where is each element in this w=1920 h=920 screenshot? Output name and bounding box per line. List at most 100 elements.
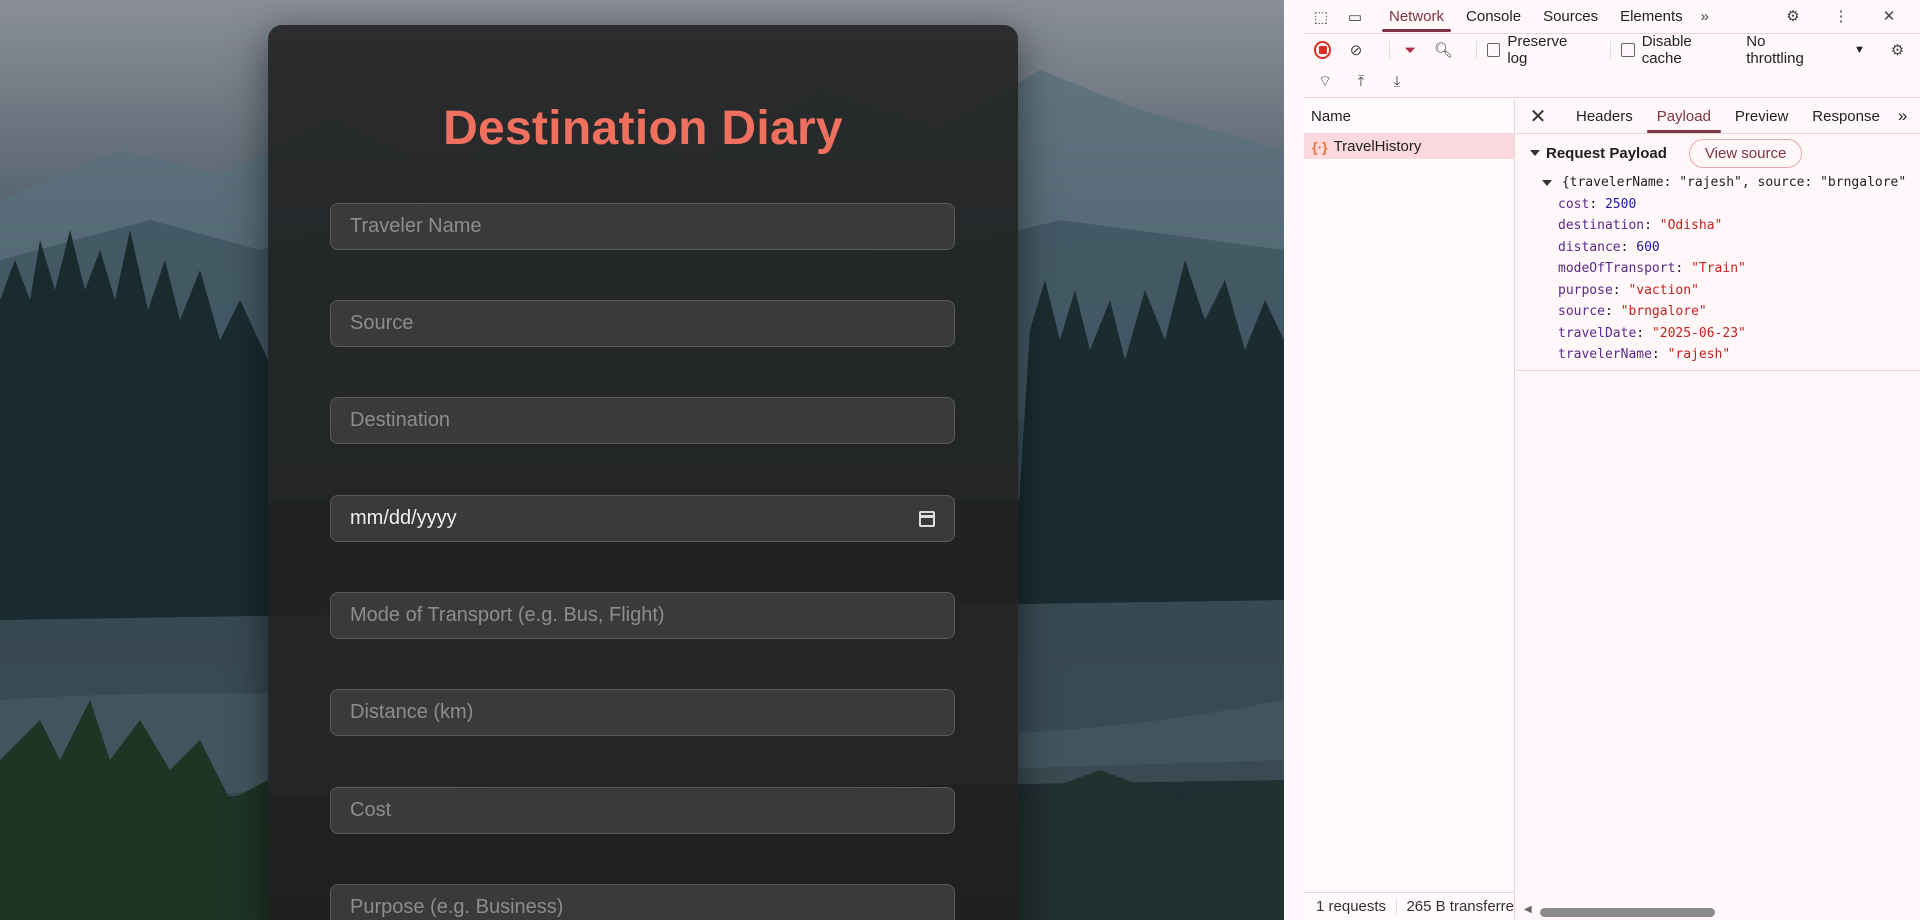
tab-payload[interactable]: Payload xyxy=(1645,99,1723,134)
payload-entry: distance: 600 xyxy=(1542,237,1920,259)
page-viewport: Destination Diary Traveler Name Source D… xyxy=(0,0,1284,920)
request-detail-pane: ✕ Headers Payload Preview Response » Req… xyxy=(1516,99,1920,920)
form-title: Destination Diary xyxy=(443,102,843,155)
payload-value: "rajesh" xyxy=(1667,347,1731,362)
scroll-left-arrow-icon[interactable]: ◀ xyxy=(1524,904,1532,915)
payload-colon: : xyxy=(1589,196,1605,212)
network-status-bar: 1 requests 265 B transferre xyxy=(1304,892,1514,920)
payload-entry: travelerName: "rajesh" xyxy=(1542,344,1920,366)
payload-value: "Train" xyxy=(1691,261,1746,276)
payload-colon: : xyxy=(1644,218,1660,233)
preserve-log-label: Preserve log xyxy=(1507,33,1568,67)
payload-entry: cost: 2500 xyxy=(1542,194,1920,216)
transferred-size: 265 B transferre xyxy=(1406,898,1514,915)
request-name: TravelHistory xyxy=(1333,138,1422,155)
network-settings-icon[interactable]: ⚙ xyxy=(1887,39,1908,61)
cost-input[interactable]: Cost xyxy=(330,787,955,834)
toolbar-divider xyxy=(1388,41,1390,59)
request-list: Name {·} TravelHistory 1 requests 265 B … xyxy=(1304,99,1515,920)
detail-tab-bar: ✕ Headers Payload Preview Response » xyxy=(1516,99,1920,134)
travel-date-input[interactable]: mm/dd/yyyy xyxy=(330,495,955,542)
settings-gear-icon[interactable]: ⚙ xyxy=(1782,5,1804,27)
toolbar-divider xyxy=(1610,41,1612,59)
device-toolbar-icon[interactable]: ▭ xyxy=(1344,6,1366,28)
clear-icon[interactable]: ⊘ xyxy=(1345,39,1366,61)
tab-console[interactable]: Console xyxy=(1455,0,1532,34)
payload-key: modeOfTransport xyxy=(1558,261,1676,276)
inspect-element-icon[interactable]: ⬚ xyxy=(1310,6,1332,28)
payload-key: cost xyxy=(1558,196,1590,212)
payload-key: travelDate xyxy=(1558,325,1637,341)
payload-entry: destination: "Odisha" xyxy=(1542,215,1920,237)
payload-key: destination xyxy=(1558,218,1645,233)
payload-value: "Odisha" xyxy=(1659,218,1723,233)
payload-key: distance xyxy=(1558,239,1621,255)
destination-input[interactable]: Destination xyxy=(330,397,955,444)
record-stop-icon[interactable] xyxy=(1314,41,1332,59)
export-har-icon[interactable]: ⤓ xyxy=(1386,71,1408,93)
tab-preview[interactable]: Preview xyxy=(1723,99,1800,134)
import-har-icon[interactable]: ⤒ xyxy=(1350,71,1372,93)
payload-summary: {travelerName: "rajesh", source: "brngal… xyxy=(1561,175,1907,190)
name-column-header[interactable]: Name xyxy=(1304,99,1514,134)
date-value: mm/dd/yyyy xyxy=(350,507,457,529)
view-source-button[interactable]: View source xyxy=(1688,138,1803,168)
expand-triangle-icon[interactable] xyxy=(1530,150,1540,156)
payload-key: source xyxy=(1558,304,1605,319)
mode-of-transport-input[interactable]: Mode of Transport (e.g. Bus, Flight) xyxy=(330,592,955,639)
devtools-panel: ⬚ ▭ Network Console Sources Elements » ⚙… xyxy=(1284,0,1920,920)
network-conditions-icon[interactable]: ⌔ xyxy=(1314,71,1336,93)
payload-value: "2025-06-23" xyxy=(1651,325,1746,341)
source-input[interactable]: Source xyxy=(330,300,955,347)
payload-colon: : xyxy=(1651,347,1668,362)
payload-value: "vaction" xyxy=(1628,282,1699,298)
distance-input[interactable]: Distance (km) xyxy=(330,689,955,736)
payload-value: 2500 xyxy=(1604,196,1637,212)
network-toolbar: ⊘ ⏷ 🔍︎ Preserve log Disable cache No thr… xyxy=(1304,33,1920,67)
tab-elements[interactable]: Elements xyxy=(1609,0,1694,34)
request-count: 1 requests xyxy=(1316,898,1387,915)
filter-icon[interactable]: ⏷ xyxy=(1400,39,1421,61)
payload-colon: : xyxy=(1620,239,1637,255)
more-detail-tabs-icon[interactable]: » xyxy=(1898,106,1907,126)
payload-key: travelerName xyxy=(1558,347,1652,362)
chevron-down-icon[interactable]: ▼ xyxy=(1854,44,1865,56)
payload-colon: : xyxy=(1675,261,1692,276)
disable-cache-label: Disable cache xyxy=(1641,33,1692,67)
purpose-input[interactable]: Purpose (e.g. Business) xyxy=(330,884,955,920)
kebab-menu-icon[interactable]: ⋮ xyxy=(1830,5,1852,27)
close-detail-icon[interactable]: ✕ xyxy=(1524,104,1552,129)
network-toolbar-secondary: ⌔ ⤒ ⤓ xyxy=(1304,66,1920,98)
payload-key: purpose xyxy=(1558,282,1613,298)
tab-network[interactable]: Network xyxy=(1378,0,1455,34)
scrollbar-thumb[interactable] xyxy=(1540,908,1715,917)
preserve-log-checkbox[interactable] xyxy=(1486,43,1501,57)
horizontal-scrollbar[interactable]: ◀ xyxy=(1516,902,1920,920)
payload-value: "brngalore" xyxy=(1620,304,1707,319)
fetch-xhr-icon: {·} xyxy=(1312,138,1328,155)
request-row[interactable]: {·} TravelHistory xyxy=(1304,134,1514,159)
throttling-select[interactable]: No throttling xyxy=(1746,33,1824,67)
expand-triangle-icon[interactable] xyxy=(1542,180,1552,186)
more-tabs-icon[interactable]: » xyxy=(1694,6,1716,28)
toolbar-divider xyxy=(1475,41,1477,59)
devtools-tab-bar: ⬚ ▭ Network Console Sources Elements » ⚙… xyxy=(1304,0,1920,34)
disable-cache-checkbox[interactable] xyxy=(1621,43,1635,57)
travel-form-card: Destination Diary Traveler Name Source D… xyxy=(268,25,1018,920)
tab-sources[interactable]: Sources xyxy=(1532,0,1609,34)
payload-title: Request Payload xyxy=(1546,144,1667,162)
search-icon[interactable]: 🔍︎ xyxy=(1433,39,1454,61)
payload-entry: source: "brngalore" xyxy=(1542,301,1920,323)
tab-response[interactable]: Response xyxy=(1800,99,1892,134)
payload-entry: purpose: "vaction" xyxy=(1542,280,1920,302)
payload-tree: {travelerName: "rajesh", source: "brngal… xyxy=(1516,172,1920,371)
close-devtools-icon[interactable]: ✕ xyxy=(1878,5,1900,27)
payload-entry: modeOfTransport: "Train" xyxy=(1542,258,1920,280)
payload-section-header[interactable]: Request Payload View source xyxy=(1516,134,1920,172)
tab-headers[interactable]: Headers xyxy=(1564,99,1645,134)
payload-summary-row[interactable]: {travelerName: "rajesh", source: "brngal… xyxy=(1542,172,1920,194)
traveler-name-input[interactable]: Traveler Name xyxy=(330,203,955,250)
calendar-icon[interactable] xyxy=(919,510,935,527)
payload-colon: : xyxy=(1604,304,1621,319)
payload-colon: : xyxy=(1636,325,1652,341)
